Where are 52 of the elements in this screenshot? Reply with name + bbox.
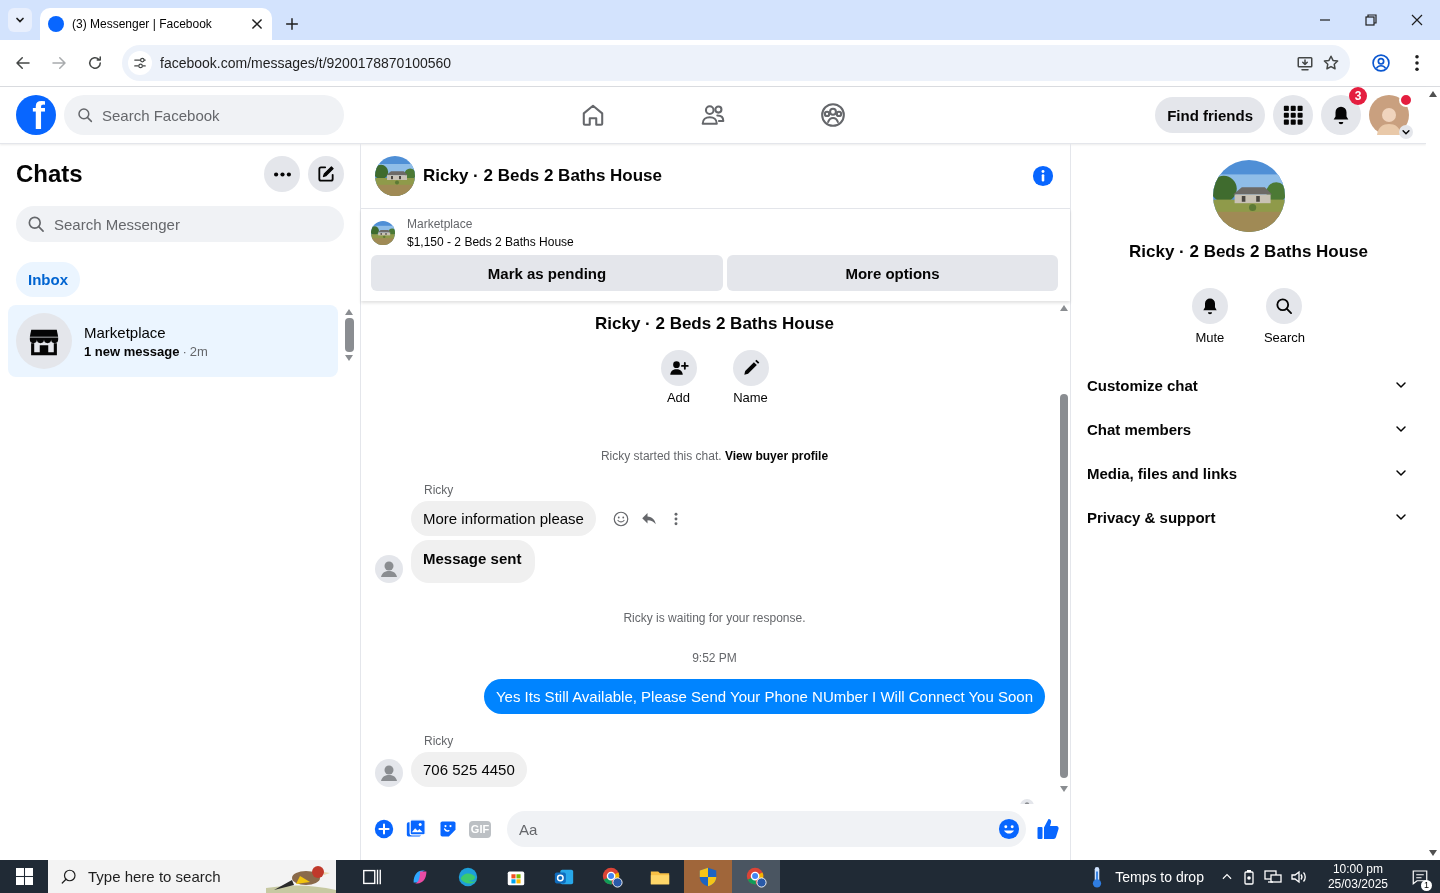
listing-source: Marketplace (407, 217, 474, 231)
notice-text: Ricky is waiting for your response. (622, 611, 807, 625)
taskbar-search-field[interactable]: Type here to search (48, 860, 336, 893)
sender-name: Ricky (424, 483, 455, 497)
section-header[interactable]: Chat members (1071, 407, 1426, 451)
buyer-profile-link[interactable]: View buyer profile (724, 449, 829, 463)
notice-text: Ricky started this chat. (600, 449, 723, 463)
message-bubble: Yes Its Still Available, Please Send Your Phone NUmber I Will Connect You Soon (484, 679, 1045, 714)
action-label: Name (733, 390, 768, 405)
listing-summary: $1,150 - 2 Beds 2 Baths House (407, 235, 574, 249)
message-bubble: More information please (411, 501, 596, 536)
browser-tab[interactable]: (3) Messenger | Facebook (40, 8, 272, 40)
url-text: facebook.com/messages/t/9200178870100560 (160, 55, 453, 71)
clock-time[interactable]: 10:00 pm (1332, 861, 1383, 877)
search-placeholder: Type here to search (88, 868, 222, 885)
search-placeholder: Search Messenger (54, 215, 180, 233)
weather-text[interactable]: Temps to drop (1115, 868, 1204, 885)
message-bubble: 706 525 4450 (411, 752, 527, 787)
action-label: Search (1263, 330, 1306, 345)
message-field[interactable]: Aa (507, 811, 1026, 847)
more-options-button[interactable]: More options (727, 255, 1058, 291)
profile-name: Ricky · 2 Beds 2 Baths House (594, 314, 835, 334)
notification-badge: 3 (1349, 87, 1367, 105)
mark-pending-button[interactable]: Mark as pending (371, 255, 723, 291)
section-header[interactable]: Customize chat (1071, 363, 1426, 407)
clock-date[interactable]: 25/03/2025 (1327, 876, 1388, 892)
action-label: Add (666, 390, 691, 405)
chat-name: Marketplace (84, 323, 167, 341)
separator-dot: · (182, 343, 187, 359)
notification-center-button[interactable]: 1 (1400, 860, 1440, 893)
search-field[interactable]: Search Facebook (64, 95, 344, 135)
sender-name: Ricky (424, 734, 455, 748)
search-placeholder: Search Facebook (102, 106, 220, 124)
timestamp: 9:52 PM (691, 651, 738, 665)
notification-badge: 1 (1421, 880, 1432, 891)
profile-name: Ricky · 2 Beds 2 Baths House (1128, 242, 1369, 262)
search-field[interactable]: Search Messenger (16, 206, 344, 242)
logo[interactable]: f (16, 95, 56, 135)
section-header[interactable]: Media, files and links (1071, 451, 1426, 495)
tab-title: (3) Messenger | Facebook (72, 17, 213, 31)
conversation-title: Ricky · 2 Beds 2 Baths House (423, 166, 664, 186)
chat-item[interactable]: Marketplace 1 new message · 2m (8, 305, 338, 377)
filter-tab[interactable]: Inbox (16, 262, 80, 297)
chat-time: 2m (189, 343, 208, 359)
message-bubble: Message sent (411, 540, 536, 583)
chat-preview: 1 new message (84, 343, 180, 359)
address-bar[interactable]: facebook.com/messages/t/9200178870100560 (122, 45, 1350, 81)
message-placeholder: Aa (519, 820, 539, 838)
section-header[interactable]: Privacy & support (1071, 495, 1426, 539)
sidebar-title: Chats (16, 160, 84, 188)
find-friends-button[interactable]: Find friends (1155, 97, 1265, 133)
action-label: Mute (1195, 330, 1225, 345)
